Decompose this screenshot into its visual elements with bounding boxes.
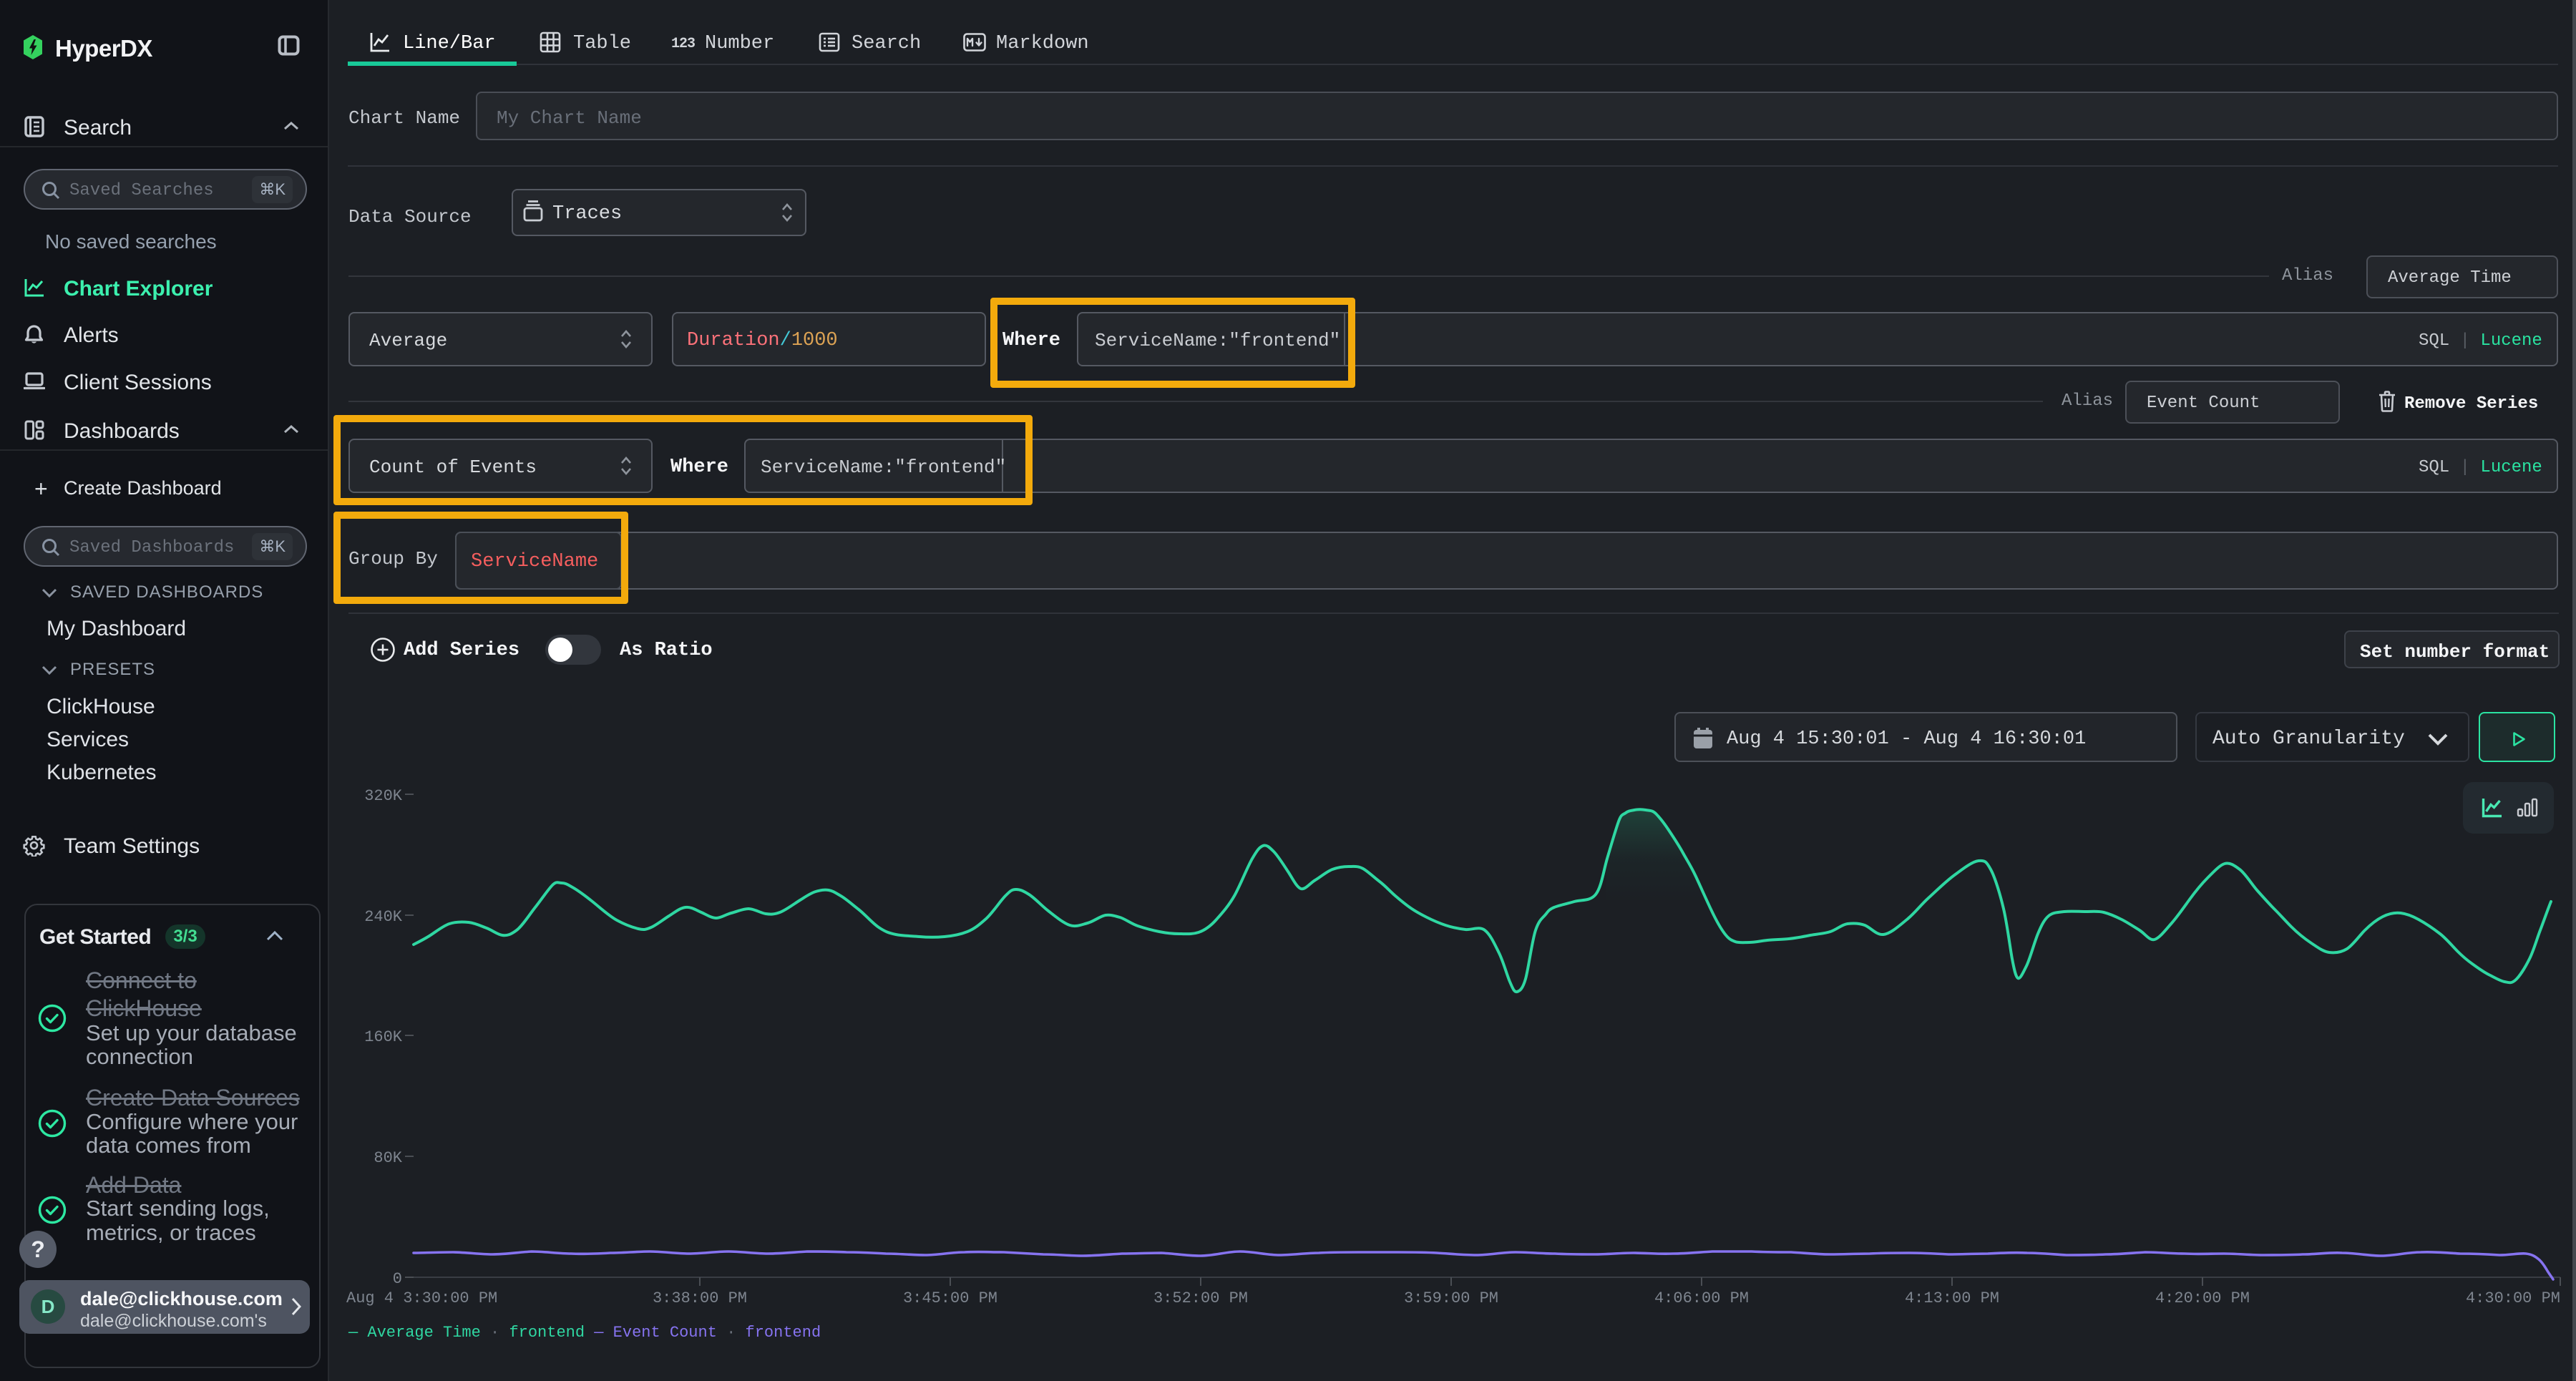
svg-text:Aug 4 3:30:00 PM: Aug 4 3:30:00 PM bbox=[346, 1289, 497, 1307]
svg-text:160K: 160K bbox=[364, 1028, 403, 1046]
svg-text:3:52:00 PM: 3:52:00 PM bbox=[1153, 1289, 1248, 1307]
svg-text:3:59:00 PM: 3:59:00 PM bbox=[1404, 1289, 1498, 1307]
svg-text:240K: 240K bbox=[364, 908, 403, 926]
svg-text:3:45:00 PM: 3:45:00 PM bbox=[903, 1289, 997, 1307]
svg-text:80K: 80K bbox=[374, 1149, 402, 1167]
svg-text:4:20:00 PM: 4:20:00 PM bbox=[2155, 1289, 2250, 1307]
svg-text:4:13:00 PM: 4:13:00 PM bbox=[1905, 1289, 1999, 1307]
svg-text:0: 0 bbox=[393, 1270, 402, 1288]
svg-text:320K: 320K bbox=[364, 787, 403, 805]
svg-text:3:38:00 PM: 3:38:00 PM bbox=[653, 1289, 747, 1307]
svg-text:4:30:00 PM: 4:30:00 PM bbox=[2466, 1289, 2560, 1307]
svg-text:4:06:00 PM: 4:06:00 PM bbox=[1654, 1289, 1749, 1307]
